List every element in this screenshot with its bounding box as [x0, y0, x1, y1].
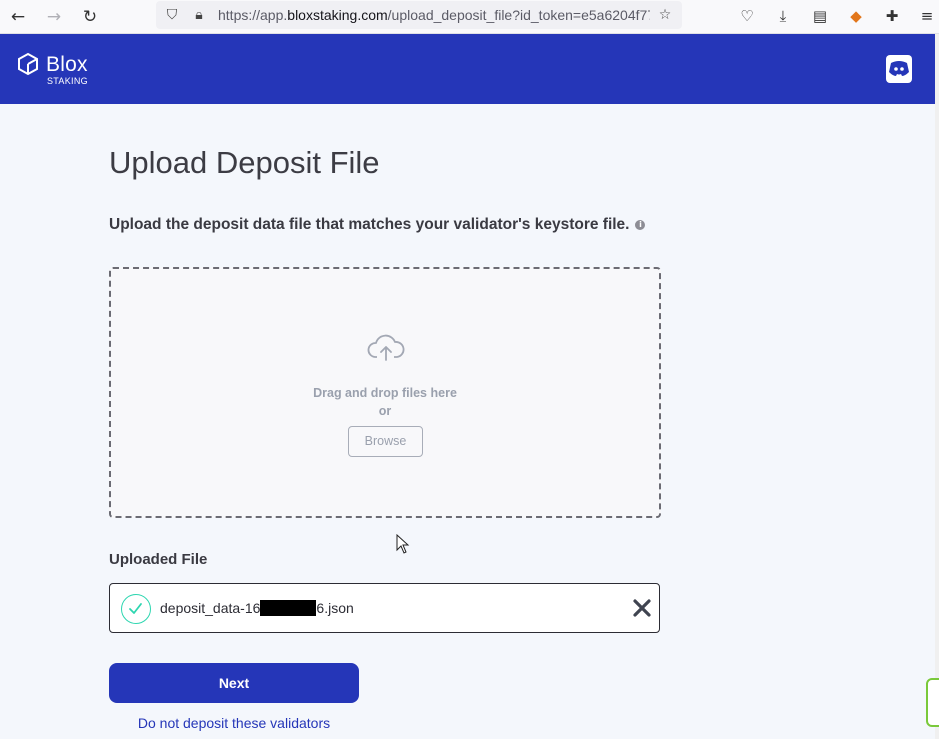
pocket-icon[interactable]: ♡: [735, 4, 759, 28]
reader-view-icon[interactable]: ▤: [808, 4, 832, 28]
skip-deposit-link[interactable]: Do not deposit these validators: [109, 715, 359, 731]
app-header: Blox STAKING: [0, 34, 935, 104]
extensions-icon[interactable]: ✚: [880, 4, 904, 28]
redaction-block: [260, 600, 317, 616]
cloud-upload-icon: [367, 334, 405, 361]
download-icon[interactable]: ⤓: [771, 4, 795, 28]
file-name: deposit_data-16 6.json: [160, 600, 354, 616]
forward-icon[interactable]: →: [41, 4, 67, 30]
scrollbar[interactable]: [935, 34, 939, 739]
lock-icon[interactable]: 🔒︎: [190, 6, 208, 24]
metamask-icon[interactable]: ◆: [844, 4, 868, 28]
floating-widget[interactable]: [926, 678, 939, 727]
browser-toolbar: ← → ↻ ⛉ 🔒︎ https://app.bloxstaking.com/u…: [0, 0, 939, 34]
discord-icon[interactable]: [886, 55, 912, 83]
bookmark-star-icon[interactable]: ☆: [656, 6, 674, 24]
menu-icon[interactable]: ≡: [915, 4, 939, 28]
browse-button[interactable]: Browse: [348, 426, 423, 457]
url-text[interactable]: https://app.bloxstaking.com/upload_depos…: [218, 7, 650, 23]
address-bar[interactable]: ⛉ 🔒︎ https://app.bloxstaking.com/upload_…: [156, 1, 682, 29]
info-icon[interactable]: i: [635, 220, 646, 230]
reload-icon[interactable]: ↻: [77, 4, 103, 30]
cube-icon: [18, 52, 38, 76]
logo-name: Blox: [46, 53, 88, 76]
uploaded-file-label: Uploaded File: [109, 551, 208, 568]
remove-file-icon[interactable]: [631, 597, 653, 619]
upload-instructions: Upload the deposit data file that matche…: [109, 216, 646, 234]
logo-subtitle: STAKING: [47, 76, 88, 86]
uploaded-file-row: deposit_data-16 6.json: [109, 583, 660, 633]
shield-icon[interactable]: ⛉: [163, 6, 181, 24]
or-text: or: [378, 404, 392, 418]
page-title: Upload Deposit File: [109, 145, 380, 180]
file-dropzone[interactable]: Drag and drop files here or Browse: [109, 267, 661, 518]
check-circle-icon: [121, 594, 151, 624]
next-button[interactable]: Next: [109, 663, 359, 703]
mouse-cursor-icon: [396, 534, 410, 554]
drag-drop-text: Drag and drop files here: [313, 386, 457, 400]
back-icon[interactable]: ←: [5, 4, 31, 30]
